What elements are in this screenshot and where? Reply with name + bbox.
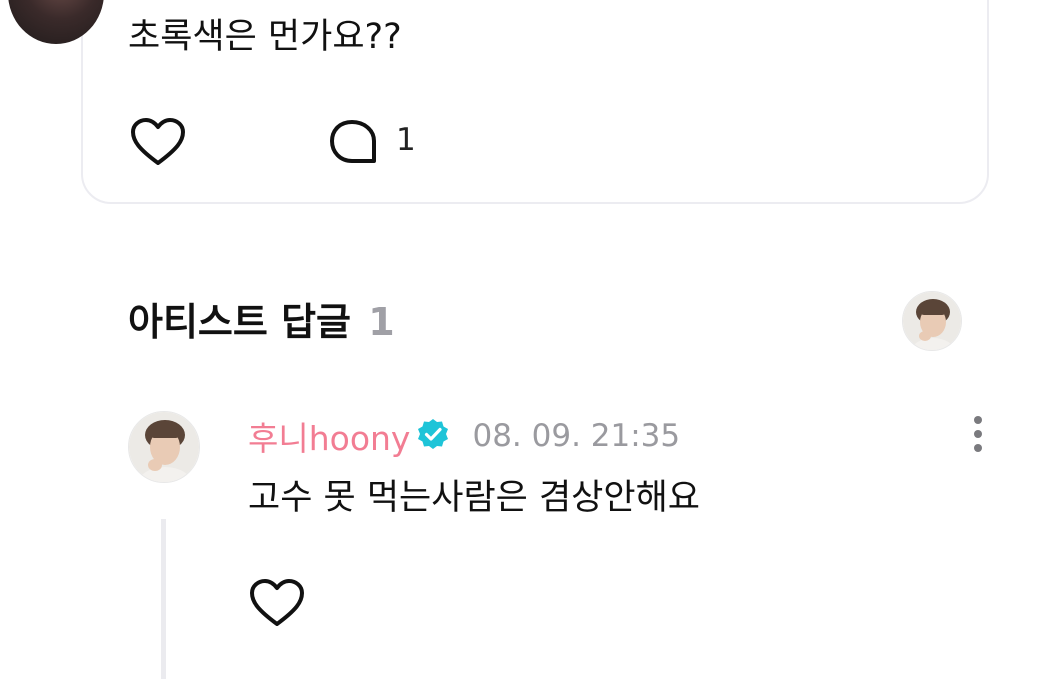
reply-header: 후니hoony 08. 09. 21:35 (248, 414, 680, 458)
reply-author-name[interactable]: 후니hoony (248, 412, 410, 460)
comment-reply-button[interactable] (328, 119, 378, 169)
reply-author-avatar[interactable] (128, 411, 200, 483)
section-title-label: 아티스트 답글 (128, 300, 351, 344)
reply-count: 1 (396, 122, 416, 158)
comment-like-button[interactable] (129, 116, 187, 168)
section-title: 아티스트 답글 1 (128, 296, 395, 348)
reply-thread-line (161, 519, 166, 679)
artist-avatar[interactable] (902, 291, 962, 351)
heart-outline-icon (129, 116, 187, 168)
reply-text: 고수 못 먹는사람은 겸상안해요 (248, 478, 700, 518)
reply-like-button[interactable] (248, 577, 306, 629)
reply-more-button[interactable] (968, 415, 988, 459)
speech-bubble-icon (328, 120, 378, 169)
reply-timestamp: 08. 09. 21:35 (472, 418, 681, 454)
heart-outline-icon (248, 577, 306, 629)
more-vertical-icon (968, 416, 988, 459)
comment-text: 초록색은 먼가요?? (128, 17, 402, 57)
section-count: 1 (368, 300, 395, 344)
verified-badge-icon (416, 417, 450, 455)
